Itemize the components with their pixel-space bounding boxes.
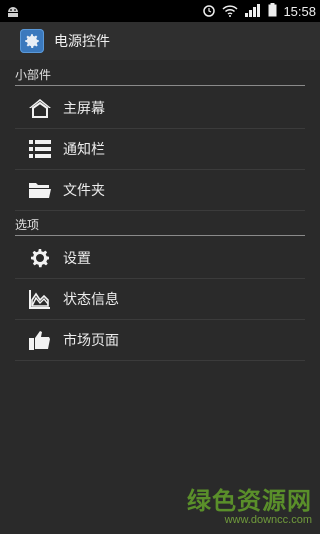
list-item-notification-bar[interactable]: 通知栏	[15, 129, 305, 170]
list-item-label: 市场页面	[63, 333, 119, 349]
signal-icon	[244, 2, 262, 21]
list-item-status-info[interactable]: 状态信息	[15, 279, 305, 320]
section-header-options: 选项	[15, 213, 305, 236]
status-bar: 15:58	[0, 0, 320, 22]
gear-icon	[27, 245, 53, 271]
watermark: 绿色资源网 www.downcc.com	[187, 481, 312, 526]
home-icon	[27, 95, 53, 121]
list-item-label: 通知栏	[63, 142, 105, 158]
list-item-market-page[interactable]: 市场页面	[15, 320, 305, 361]
list-item-label: 状态信息	[63, 292, 119, 308]
list-item-home-screen[interactable]: 主屏幕	[15, 88, 305, 129]
list-item-label: 文件夹	[63, 183, 105, 199]
list-item-label: 设置	[63, 251, 91, 267]
list-item-label: 主屏幕	[63, 101, 105, 117]
wifi-icon	[222, 2, 238, 21]
action-bar: 电源控件	[0, 22, 320, 60]
alarm-icon	[202, 2, 216, 21]
section-header-widgets: 小部件	[15, 63, 305, 86]
list-icon	[27, 136, 53, 162]
app-title: 电源控件	[54, 34, 110, 50]
watermark-title: 绿色资源网	[187, 487, 312, 515]
android-icon	[5, 3, 21, 19]
battery-icon	[268, 2, 277, 21]
chart-icon	[27, 286, 53, 312]
list-item-settings[interactable]: 设置	[15, 238, 305, 279]
app-icon[interactable]	[20, 29, 44, 53]
folder-icon	[27, 177, 53, 203]
status-time: 15:58	[283, 3, 316, 19]
thumbs-up-icon	[27, 327, 53, 353]
list-item-folder[interactable]: 文件夹	[15, 170, 305, 211]
